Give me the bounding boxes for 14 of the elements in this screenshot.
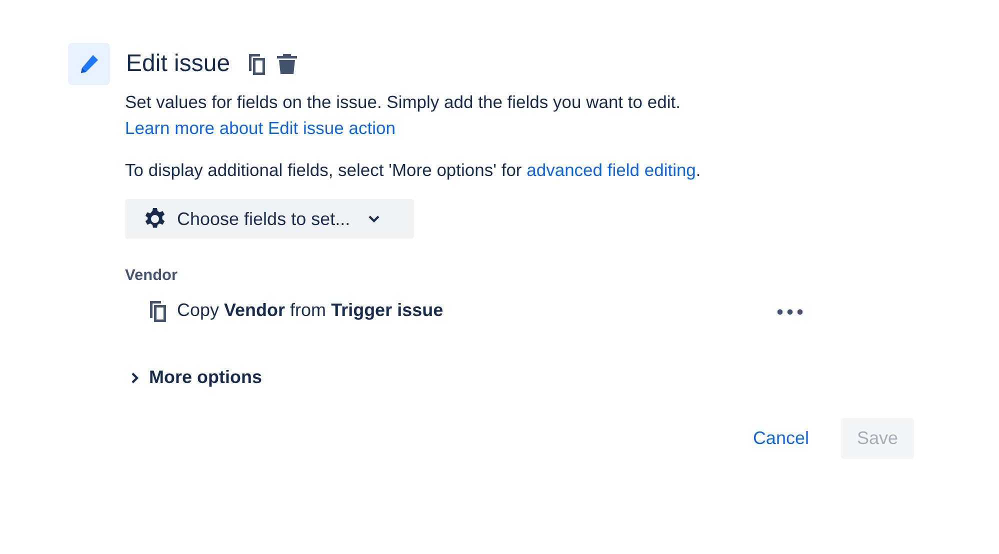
trash-icon[interactable] <box>276 52 298 76</box>
dialog-title: Edit issue <box>126 49 230 79</box>
copy-icon <box>147 298 169 323</box>
field-action-text: Copy Vendor from Trigger issue <box>177 299 444 322</box>
cancel-button[interactable]: Cancel <box>736 418 825 460</box>
description-text: Set values for fields on the issue. Simply add the fields you want to edit. Learn more about Edit issue action <box>125 91 682 140</box>
chevron-down-icon <box>368 215 380 223</box>
pencil-icon <box>68 43 110 85</box>
field-picker-dropdown[interactable]: Choose fields to set... <box>125 199 414 239</box>
help-link[interactable]: advanced field editing <box>526 160 696 180</box>
help-link[interactable]: Learn more about Edit issue action <box>125 118 396 138</box>
field-label: Vendor <box>125 266 179 286</box>
description-text: To display additional fields, select 'More options' for advanced field editing. <box>125 159 702 182</box>
more-options-toggle[interactable]: More options <box>129 364 262 392</box>
